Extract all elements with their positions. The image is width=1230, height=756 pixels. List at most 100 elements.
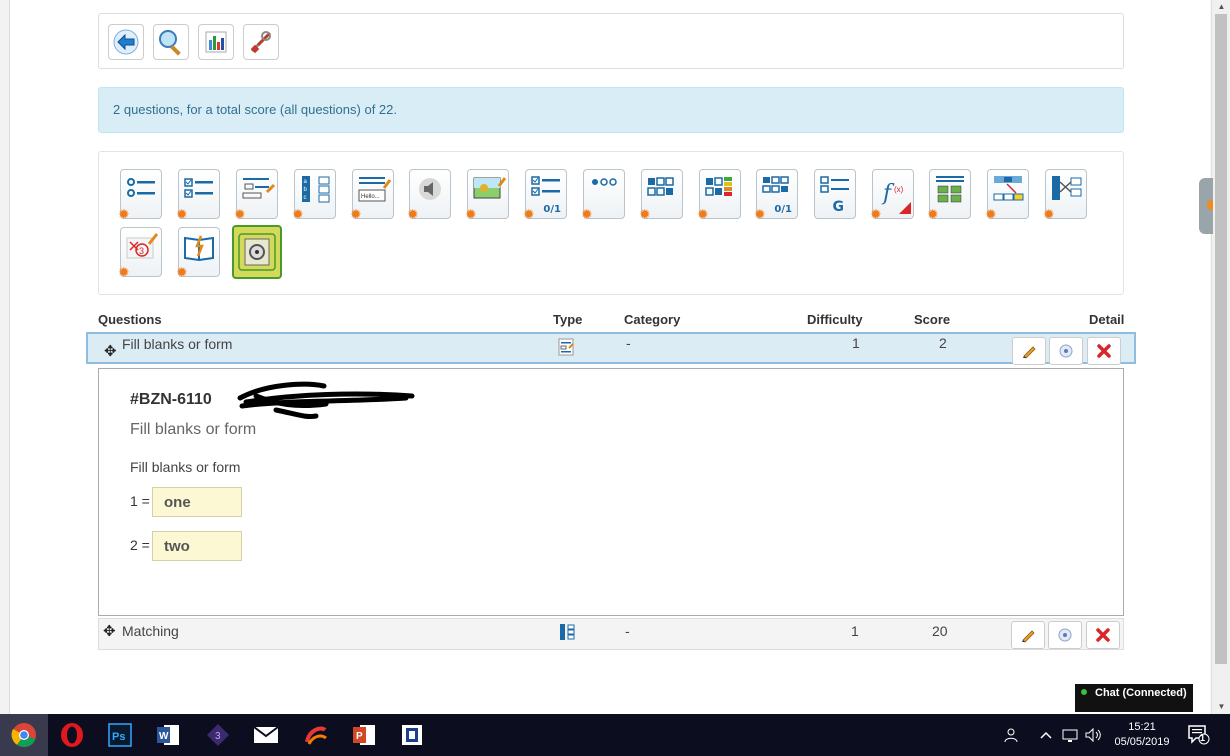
mail-icon <box>253 726 279 743</box>
back-arrow-icon <box>113 29 139 55</box>
scroll-down-arrow-icon[interactable]: ▼ <box>1212 700 1230 714</box>
mail-taskbar-button[interactable] <box>242 714 290 756</box>
edit-button[interactable] <box>1012 337 1046 365</box>
svg-text:W: W <box>159 731 169 742</box>
fill-blanks-icon <box>242 178 275 199</box>
col-questions: Questions <box>98 312 162 327</box>
svg-text:f: f <box>881 181 895 206</box>
annotation-type-button[interactable]: 3 ✹ <box>118 227 162 280</box>
drag-and-drop-type-button[interactable]: ✹ <box>985 169 1029 221</box>
opera-icon <box>61 723 83 747</box>
unique-answer-no-option-type-button[interactable]: ✹ <box>581 169 625 222</box>
word-taskbar-button[interactable]: W <box>144 714 192 756</box>
safe-icon <box>238 233 276 271</box>
image-icon <box>473 177 506 199</box>
network-icon[interactable] <box>1062 728 1080 744</box>
multiple-answer-true-false-type-button[interactable]: ✹ <box>639 169 683 222</box>
unique-answer-type-button[interactable]: ✹ <box>118 169 162 222</box>
calculated-answer-type-button[interactable]: f (x) ✹ <box>870 169 914 222</box>
degree-certainty-type-button[interactable]: ✹ <box>697 169 741 222</box>
checkbox-grid-color-icon <box>705 177 732 196</box>
new-star-icon: ✹ <box>1043 206 1055 222</box>
app-taskbar-button[interactable] <box>388 714 436 756</box>
volume-icon[interactable] <box>1084 727 1102 743</box>
image-zones-type-button[interactable]: ✹ <box>927 169 971 222</box>
copy-button[interactable] <box>1048 621 1082 649</box>
edit-button[interactable] <box>1011 621 1045 649</box>
new-star-icon: ✹ <box>639 206 651 222</box>
fill-blanks-type-icon <box>558 338 574 359</box>
answer-label: 2 = <box>130 537 150 553</box>
photoshop-taskbar-button[interactable]: Ps <box>96 714 144 756</box>
questions-table-header: Questions Type Category Difficulty Score… <box>98 312 1124 330</box>
new-star-icon: ✹ <box>870 206 882 222</box>
global-multiple-answer-type-button[interactable]: G <box>814 169 856 219</box>
question-statement: Fill blanks or form <box>130 459 241 475</box>
tools-icon <box>250 31 272 54</box>
checkbox-list-icon <box>531 176 560 196</box>
new-star-icon: ✹ <box>118 206 130 222</box>
people-icon[interactable] <box>1002 727 1018 743</box>
question-difficulty: 1 <box>851 623 859 639</box>
move-handle-icon[interactable]: ✥ <box>104 342 117 360</box>
reading-comprehension-type-button[interactable]: ✹ <box>176 227 220 280</box>
vertical-scrollbar[interactable]: ▲ ▼ <box>1211 0 1230 714</box>
svg-text:3: 3 <box>139 246 144 256</box>
open-question-type-button[interactable]: Hello... ✹ <box>350 169 394 221</box>
back-button[interactable] <box>108 24 144 60</box>
powerpoint-taskbar-button[interactable]: P <box>340 714 388 756</box>
oral-expression-type-button[interactable]: ✹ <box>407 169 451 221</box>
chevron-up-icon[interactable] <box>1040 730 1052 740</box>
multiple-answer-type-button[interactable]: ✹ <box>176 169 220 221</box>
speaker-icon <box>419 178 441 200</box>
left-margin <box>0 0 10 714</box>
new-star-icon: ✹ <box>697 206 709 222</box>
info-banner: 2 questions, for a total score (all ques… <box>98 87 1124 133</box>
new-star-icon: ✹ <box>176 264 188 280</box>
question-difficulty: 1 <box>852 335 860 351</box>
fill-blanks-type-button[interactable]: ✹ <box>234 169 278 222</box>
opera-taskbar-button[interactable] <box>48 714 96 756</box>
move-handle-icon[interactable]: ✥ <box>103 622 116 640</box>
combination-type-button[interactable]: 0/1 ✹ <box>754 169 798 221</box>
statistics-button[interactable] <box>198 24 234 60</box>
chrome-taskbar-button[interactable] <box>0 714 48 756</box>
visual-studio-icon: 3 <box>207 724 229 746</box>
book-icon <box>184 235 214 262</box>
scrollbar-thumb[interactable] <box>1215 14 1227 664</box>
question-id: #BZN-6110 <box>130 391 212 408</box>
side-panel-tab[interactable] <box>1199 178 1213 234</box>
ccleaner-icon <box>305 726 327 745</box>
hotspot-type-button[interactable]: ✹ <box>465 169 509 221</box>
matching-type-button[interactable]: abc ✹ <box>292 169 336 221</box>
new-star-icon: ✹ <box>581 206 593 222</box>
question-title[interactable]: Fill blanks or form <box>122 335 232 353</box>
matching-lines-icon <box>1052 176 1082 200</box>
table-row[interactable]: ✥ Fill blanks or form - 1 2 <box>86 332 1136 365</box>
notification-center-button[interactable]: 1 <box>1188 725 1210 745</box>
taskbar-clock[interactable]: 15:21 05/05/2019 <box>1110 720 1174 750</box>
question-bank-button[interactable] <box>232 225 282 279</box>
question-title[interactable]: Matching <box>122 623 179 639</box>
ccleaner-taskbar-button[interactable] <box>292 714 340 756</box>
matching-draggable-type-button[interactable]: ✹ <box>1043 169 1087 222</box>
preview-button[interactable] <box>153 24 189 60</box>
delete-button[interactable] <box>1087 337 1121 365</box>
settings-button[interactable] <box>243 24 279 60</box>
delete-button[interactable] <box>1086 621 1120 649</box>
new-star-icon: ✹ <box>118 264 130 280</box>
checkbox-grid-icon <box>647 177 674 196</box>
new-star-icon: ✹ <box>234 206 246 222</box>
exact-selection-type-button[interactable]: 0/1 ✹ <box>523 169 567 221</box>
svg-text:Ps: Ps <box>112 731 125 743</box>
visual-studio-taskbar-button[interactable]: 3 <box>194 714 242 756</box>
disc-icon <box>1058 628 1072 642</box>
table-row[interactable]: ✥ Matching - 1 20 <box>98 618 1124 650</box>
bar-chart-icon <box>205 31 227 53</box>
scroll-up-arrow-icon[interactable]: ▲ <box>1212 0 1230 14</box>
chat-status[interactable]: Chat (Connected) <box>1075 684 1193 712</box>
col-type: Type <box>553 312 583 327</box>
copy-button[interactable] <box>1049 337 1083 365</box>
chrome-icon <box>11 723 36 748</box>
new-star-icon: ✹ <box>927 206 939 222</box>
